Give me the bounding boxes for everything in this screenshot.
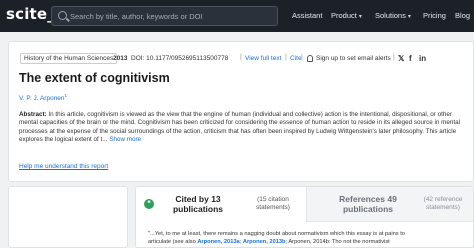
divider: | — [301, 54, 303, 61]
snippet-line: articulate (see also Arponen, 2013a ; Arp… — [148, 239, 468, 247]
search-input[interactable] — [70, 7, 275, 25]
nav-product[interactable]: Product ▾ — [331, 11, 362, 20]
abstract-label: Abstract: — [19, 111, 47, 118]
article-card: History of the Human Sciences 2013 DOI: … — [8, 41, 474, 182]
cited-by-unit: publications — [172, 204, 224, 214]
tab-cited-by[interactable]: ❝ Cited by 13 publications (15 citation … — [136, 187, 306, 222]
abstract: Abstract: In this article, cognitivism i… — [19, 111, 471, 145]
journal-tag[interactable]: History of the Human Sciences — [20, 53, 118, 64]
cite-link[interactable]: Cite — [290, 55, 302, 62]
year-value: 2013 — [113, 55, 128, 62]
bell-icon[interactable] — [307, 55, 313, 62]
search-icon — [58, 11, 67, 20]
help-understand-report-link[interactable]: Help me understand this report — [19, 163, 108, 170]
nav-pricing-label: Pricing — [423, 11, 446, 20]
author-name: V. P. J. Arponen — [19, 95, 65, 103]
chevron-down-icon: ▾ — [407, 14, 411, 20]
cited-by-statements: (15 citation statements) — [244, 196, 302, 212]
nav-product-label: Product — [331, 11, 357, 20]
facebook-icon[interactable]: f — [409, 54, 412, 63]
top-navigation-bar: scite_ Assistant Product▾ Solutions▾ Pri… — [0, 0, 474, 32]
email-alert-link[interactable]: Sign up to set email alerts — [316, 55, 391, 62]
nav-blog-label: Blog — [455, 11, 471, 20]
tab-references[interactable]: References 49 publications (42 reference… — [306, 187, 473, 222]
nav-blog[interactable]: Blog — [455, 11, 470, 20]
nav-assistant-label: Assistant — [292, 11, 323, 20]
nav-pricing[interactable]: Pricing — [423, 11, 446, 20]
nav-solutions[interactable]: Solutions ▾ — [375, 11, 411, 20]
cited-by-title: Cited by 13 publications — [162, 194, 234, 214]
show-more-link[interactable]: Show more — [109, 136, 141, 143]
article-title: The extent of cognitivism — [19, 71, 170, 85]
cited-by-count: Cited by 13 — [175, 194, 221, 204]
doi: DOI: 10.1177/0952695113500778 — [131, 55, 229, 62]
side-panel — [8, 186, 128, 248]
linkedin-icon[interactable]: in — [419, 54, 426, 63]
divider: | — [393, 54, 395, 61]
references-statements-unit: statements) — [426, 204, 460, 211]
citation-ref-link[interactable]: Arponen, 2013a — [197, 239, 239, 245]
references-statements: (42 reference statements) — [413, 196, 473, 212]
divider: | — [285, 54, 287, 61]
references-count: References 49 — [339, 194, 397, 204]
view-full-text-link[interactable]: View full text — [245, 55, 281, 62]
search-box[interactable] — [51, 6, 278, 26]
publication-year: 2013 — [113, 55, 127, 62]
references-unit: publications — [342, 204, 394, 214]
quote-icon: ❝ — [144, 199, 154, 209]
cited-by-statements-count: (15 citation — [257, 196, 289, 203]
nav-solutions-label: Solutions — [375, 11, 406, 20]
snippet-text: ; Arponen, 2014b: Tho not the normativis… — [285, 238, 390, 245]
scite-logo[interactable]: scite_ — [6, 5, 55, 23]
divider: | — [240, 54, 242, 61]
author-link[interactable]: V. P. J. Arponen1 — [19, 93, 67, 102]
snippet-text: articulate (see also — [148, 238, 198, 245]
references-title: References 49 publications — [327, 194, 409, 214]
snippet-line: "...Yet, to me at least, there remains a… — [148, 231, 405, 237]
twitter-icon[interactable]: 𝕏 — [398, 54, 404, 63]
references-statements-count: (42 reference — [423, 196, 463, 203]
author-affiliation-marker: 1 — [64, 93, 68, 98]
citation-panel: ❝ Cited by 13 publications (15 citation … — [135, 186, 474, 248]
cited-by-statements-unit: statements) — [256, 204, 290, 211]
abstract-text: In this article, cognitivism is viewed a… — [19, 111, 461, 144]
nav-assistant[interactable]: Assistant — [292, 11, 322, 20]
citation-snippet: "...Yet, to me at least, there remains a… — [148, 231, 468, 246]
citation-ref-link[interactable]: Arponen, 2013b — [243, 239, 286, 245]
chevron-down-icon: ▾ — [358, 14, 362, 20]
